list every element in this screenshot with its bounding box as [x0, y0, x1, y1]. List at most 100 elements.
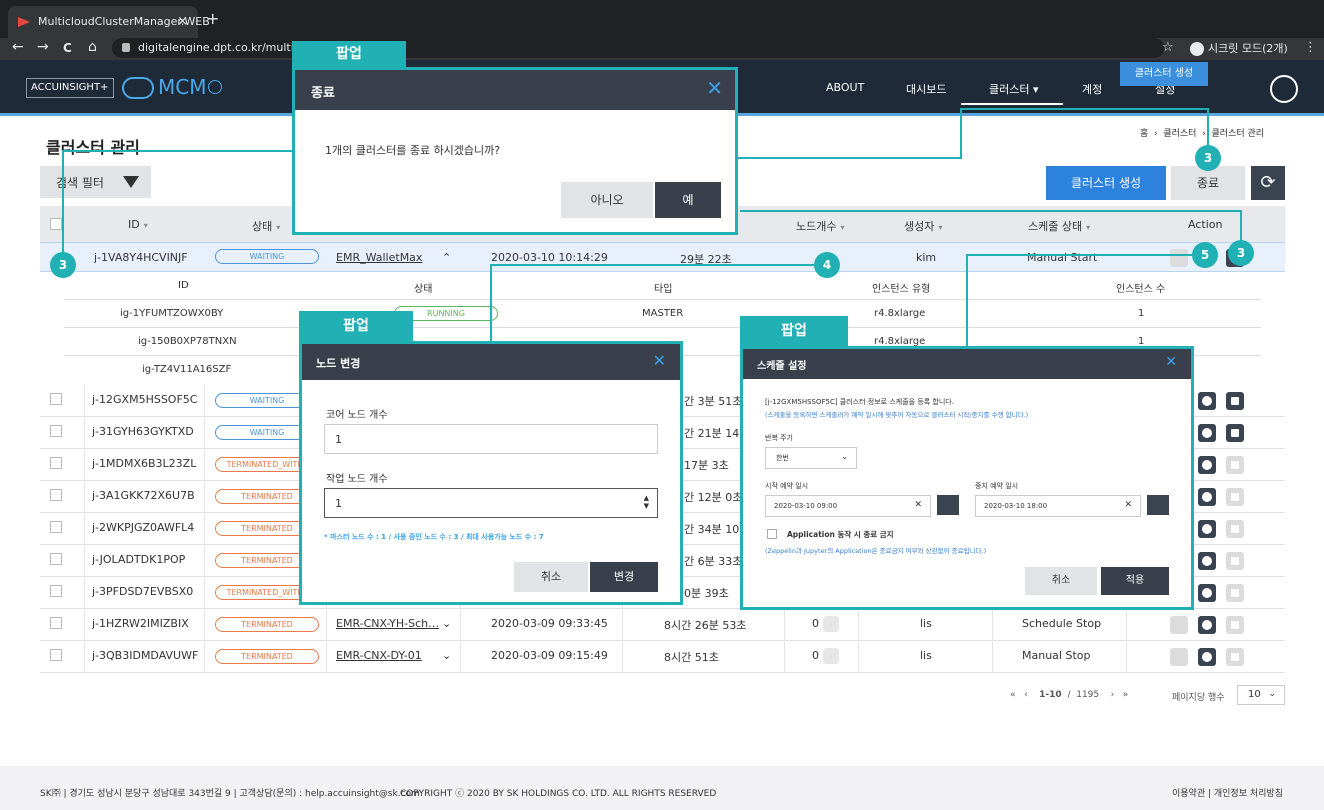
stop-datetime-input[interactable]: 2020-03-10 18:00 ✕	[975, 495, 1141, 517]
trash-icon[interactable]	[1170, 249, 1188, 267]
end-cluster-button[interactable]: 종료	[1171, 166, 1245, 200]
home-button[interactable]: ⌂	[88, 39, 97, 55]
close-icon[interactable]: ✕	[653, 351, 666, 370]
apply-button[interactable]: 적용	[1101, 567, 1169, 595]
stop-icon[interactable]	[1226, 424, 1244, 442]
stop-icon[interactable]	[1226, 552, 1244, 570]
col-schedule[interactable]: 스케줄 상태 ▾	[1028, 218, 1090, 234]
first-page-icon[interactable]: «	[1010, 690, 1016, 700]
col-status[interactable]: 상태 ▾	[252, 218, 280, 234]
table-row-expanded[interactable]: j-1VA8Y4HCVINJF WAITING EMR_WalletMax ⌃ …	[40, 242, 1285, 272]
stop-icon[interactable]	[1226, 488, 1244, 506]
breadcrumb-cluster[interactable]: 클러스터	[1163, 129, 1196, 139]
gear-icon[interactable]	[1198, 584, 1216, 602]
cancel-button[interactable]: 취소	[514, 562, 588, 592]
back-button[interactable]: ←	[12, 39, 24, 55]
row-checkbox[interactable]	[50, 585, 62, 597]
apply-button[interactable]: 변경	[590, 562, 658, 592]
col-id[interactable]: ID ▾	[128, 218, 148, 231]
gear-icon[interactable]	[1198, 520, 1216, 538]
gear-icon[interactable]	[1198, 488, 1216, 506]
no-button[interactable]: 아니오	[561, 182, 653, 218]
close-icon[interactable]: ✕	[1165, 354, 1177, 370]
refresh-icon[interactable]: ⟳	[1251, 166, 1285, 200]
product-name[interactable]: MCM	[158, 75, 206, 99]
gear-icon[interactable]	[1198, 552, 1216, 570]
collapse-icon[interactable]: ⌃	[442, 251, 451, 264]
clear-icon[interactable]: ✕	[914, 500, 922, 510]
edit-icon[interactable]	[823, 648, 839, 664]
tab-close-icon[interactable]: ×	[177, 14, 188, 29]
repeat-select[interactable]: 한번 ⌄	[765, 447, 857, 469]
nav-dashboard[interactable]: 대시보드	[906, 81, 946, 97]
url-field[interactable]: digitalengine.dpt.co.kr/multiclo	[112, 38, 1164, 58]
row-checkbox[interactable]	[50, 425, 62, 437]
browser-menu-icon[interactable]: ⋮	[1304, 40, 1317, 55]
clear-icon[interactable]: ✕	[1124, 500, 1132, 510]
brand-logo[interactable]: ACCUINSIGHT+	[26, 78, 114, 98]
calendar-icon[interactable]	[1147, 495, 1169, 515]
start-datetime-input[interactable]: 2020-03-10 09:00 ✕	[765, 495, 931, 517]
close-icon[interactable]: ✕	[706, 76, 723, 100]
search-filter-button[interactable]: 검색 필터	[40, 166, 151, 198]
col-creator[interactable]: 생성자 ▾	[904, 218, 942, 234]
row-checkbox[interactable]	[50, 393, 62, 405]
stop-icon[interactable]	[1226, 456, 1244, 474]
yes-button[interactable]: 예	[655, 182, 721, 218]
stepper-icon[interactable]: ▲ ▼	[644, 494, 649, 510]
cluster-name-link[interactable]: EMR-CNX-YH-Sch…	[336, 617, 439, 630]
edit-icon[interactable]	[823, 616, 839, 632]
app-protect-checkbox[interactable]	[767, 529, 777, 539]
stop-icon[interactable]	[1226, 584, 1244, 602]
breadcrumb-home[interactable]: 홈	[1140, 129, 1148, 139]
cluster-name-link[interactable]: EMR-CNX-DY-01	[336, 649, 422, 662]
row-checkbox[interactable]	[50, 553, 62, 565]
row-checkbox[interactable]	[50, 649, 62, 661]
table-row[interactable]: j-1HZRW2IMIZBIX TERMINATED EMR-CNX-YH-Sch……	[40, 609, 1285, 641]
nav-about[interactable]: ABOUT	[826, 81, 864, 94]
browser-tab[interactable]: MulticloudClusterManager.WEB ×	[8, 6, 210, 38]
stop-icon[interactable]	[1226, 648, 1244, 666]
nav-account[interactable]: 계정	[1082, 81, 1102, 97]
per-page-select[interactable]: 10 ⌄	[1237, 685, 1285, 705]
per-page-label: 페이지당 행수	[1172, 693, 1225, 703]
stop-icon[interactable]	[1226, 392, 1244, 410]
forward-button[interactable]: →	[37, 39, 49, 55]
create-cluster-badge[interactable]: 클러스터 생성	[1120, 62, 1208, 86]
stop-icon[interactable]	[1226, 520, 1244, 538]
cluster-name-link[interactable]: EMR_WalletMax	[336, 251, 422, 264]
user-avatar-icon[interactable]	[1270, 75, 1298, 103]
row-checkbox[interactable]	[50, 617, 62, 629]
core-node-input[interactable]: 1	[324, 424, 658, 454]
cancel-button[interactable]: 취소	[1025, 567, 1097, 595]
trash-icon[interactable]	[1170, 648, 1188, 666]
task-node-stepper[interactable]: 1 ▲ ▼	[324, 488, 658, 518]
col-nodes[interactable]: 노드개수 ▾	[796, 218, 845, 234]
select-all-checkbox[interactable]	[50, 218, 62, 230]
product-dropdown-icon[interactable]	[208, 80, 222, 94]
calendar-icon[interactable]	[937, 495, 959, 515]
footer-links[interactable]: 이용약관 | 개인정보 처리방침	[1172, 786, 1283, 799]
table-row[interactable]: j-3QB3IDMDAVUWF TERMINATED EMR-CNX-DY-01 ⌄ 2…	[40, 641, 1285, 673]
row-checkbox[interactable]	[50, 521, 62, 533]
gear-icon[interactable]	[1198, 392, 1216, 410]
create-cluster-button[interactable]: 클러스터 생성	[1046, 166, 1166, 200]
bookmark-star-icon[interactable]: ☆	[1162, 40, 1174, 55]
gear-icon[interactable]	[1198, 616, 1216, 634]
trash-icon[interactable]	[1170, 616, 1188, 634]
row-checkbox[interactable]	[50, 489, 62, 501]
expand-icon[interactable]: ⌄	[442, 649, 451, 662]
expand-icon[interactable]: ⌄	[442, 617, 451, 630]
incognito-indicator[interactable]: 시크릿 모드(2개)	[1190, 40, 1288, 56]
nav-cluster[interactable]: 클러스터 ▾	[961, 81, 1063, 105]
reload-button[interactable]: C	[63, 41, 72, 55]
gear-icon[interactable]	[1198, 424, 1216, 442]
last-page-icon[interactable]: »	[1123, 690, 1129, 700]
row-checkbox[interactable]	[50, 457, 62, 469]
next-page-icon[interactable]: ›	[1111, 690, 1115, 700]
gear-icon[interactable]	[1198, 456, 1216, 474]
stop-icon[interactable]	[1226, 616, 1244, 634]
new-tab-button[interactable]: +	[206, 9, 219, 28]
prev-page-icon[interactable]: ‹	[1024, 690, 1028, 700]
gear-icon[interactable]	[1198, 648, 1216, 666]
